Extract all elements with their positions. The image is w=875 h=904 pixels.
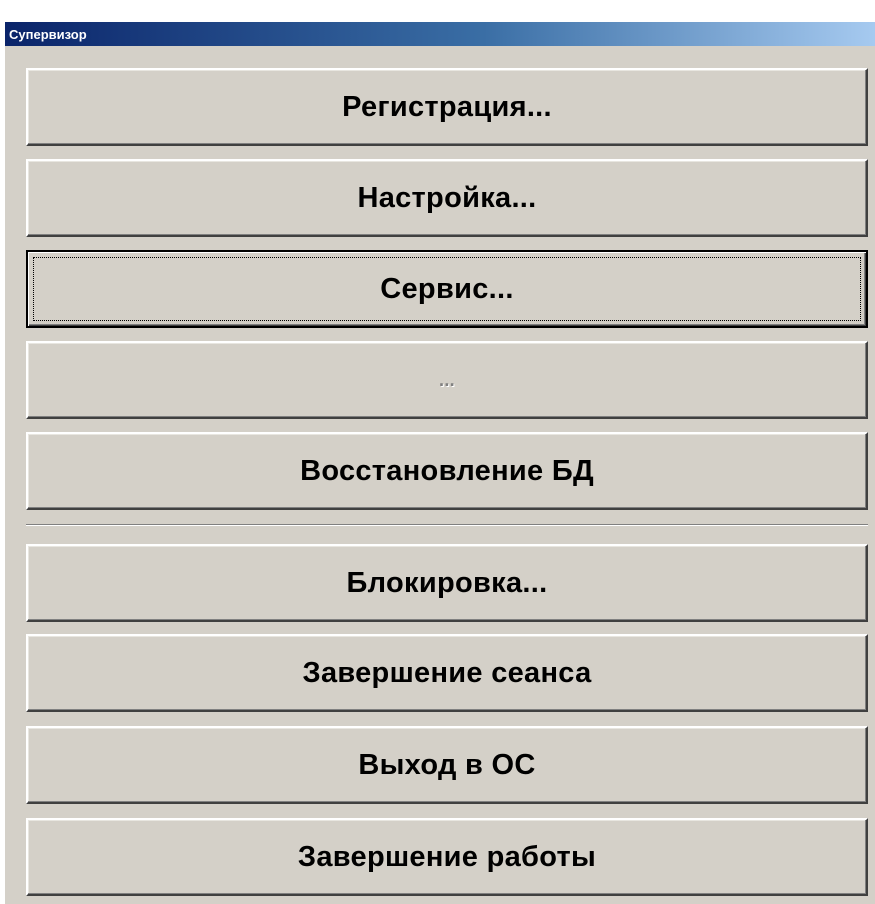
service-button-label: Сервис... (380, 272, 514, 305)
lock-button[interactable]: Блокировка... (26, 544, 868, 622)
exit-to-os-button-label: Выход в ОС (358, 748, 536, 781)
end-session-button[interactable]: Завершение сеанса (26, 634, 868, 712)
db-restore-button[interactable]: Восстановление БД (26, 432, 868, 510)
shutdown-button[interactable]: Завершение работы (26, 818, 868, 896)
disabled-menu-button-label: ... (439, 369, 455, 390)
settings-button-label: Настройка... (357, 181, 537, 214)
end-session-button-label: Завершение сеанса (302, 656, 592, 689)
window-title: Супервизор (9, 26, 87, 42)
title-bar[interactable]: Супервизор (5, 22, 875, 46)
registration-button[interactable]: Регистрация... (26, 68, 868, 146)
db-restore-button-label: Восстановление БД (300, 454, 594, 487)
exit-to-os-button[interactable]: Выход в ОС (26, 726, 868, 804)
settings-button[interactable]: Настройка... (26, 159, 868, 237)
registration-button-label: Регистрация... (342, 90, 552, 123)
disabled-menu-button: ... (26, 341, 868, 419)
lock-button-label: Блокировка... (346, 566, 548, 599)
service-button[interactable]: Сервис... (26, 250, 868, 328)
menu-separator (26, 524, 868, 526)
shutdown-button-label: Завершение работы (297, 840, 597, 873)
